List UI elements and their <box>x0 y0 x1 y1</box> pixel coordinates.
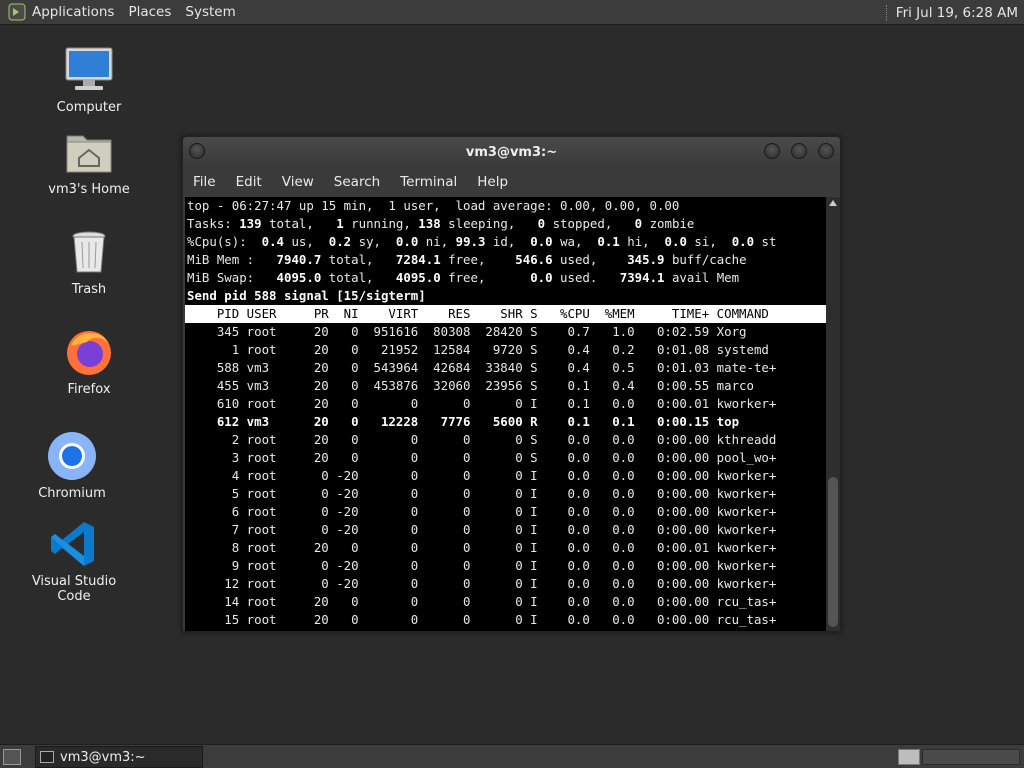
process-row[interactable]: 3 root 20 0 0 0 0 S 0.0 0.0 0:00.00 pool… <box>185 449 826 467</box>
top-cpu-line: %Cpu(s): 0.4 us, 0.2 sy, 0.0 ni, 99.3 id… <box>187 234 777 249</box>
terminal-icon <box>40 751 54 763</box>
top-mem-line: MiB Mem : 7940.7 total, 7284.1 free, 546… <box>187 252 747 267</box>
firefox-icon <box>67 331 111 375</box>
show-desktop-icon[interactable] <box>3 749 21 765</box>
process-table-header: PID USER PR NI VIRT RES SHR S %CPU %MEM … <box>185 305 826 323</box>
terminal-scrollbar[interactable] <box>826 197 840 631</box>
menu-help[interactable]: Help <box>477 174 508 190</box>
process-row[interactable]: 6 root 0 -20 0 0 0 I 0.0 0.0 0:00.00 kwo… <box>185 503 826 521</box>
menu-file[interactable]: File <box>193 174 216 190</box>
desktop-icon-label: vm3's Home <box>48 182 130 197</box>
window-titlebar[interactable]: vm3@vm3:~ <box>183 137 840 167</box>
process-row[interactable]: 14 root 20 0 0 0 0 I 0.0 0.0 0:00.00 rcu… <box>185 593 826 611</box>
trash-icon <box>72 231 106 273</box>
desktop-icon-label: Chromium <box>38 486 106 501</box>
process-row[interactable]: 1 root 20 0 21952 12584 9720 S 0.4 0.2 0… <box>185 341 826 359</box>
close-button[interactable] <box>818 143 834 159</box>
clock[interactable]: Fri Jul 19, 6:28 AM <box>896 5 1018 21</box>
top-swap-line: MiB Swap: 4095.0 total, 4095.0 free, 0.0… <box>187 270 740 285</box>
process-row[interactable]: 7 root 0 -20 0 0 0 I 0.0 0.0 0:00.00 kwo… <box>185 521 826 539</box>
top-uptime-line: top - 06:27:47 up 15 min, 1 user, load a… <box>187 198 680 213</box>
scroll-up-arrow-icon[interactable] <box>829 200 837 206</box>
desktop-icon-label: Firefox <box>67 382 111 397</box>
terminal-window[interactable]: vm3@vm3:~ File Edit View Search Terminal… <box>182 136 841 632</box>
taskbar-button-terminal[interactable]: vm3@vm3:~ <box>35 746 203 768</box>
vscode-icon <box>51 522 94 566</box>
terminal-menubar: File Edit View Search Terminal Help <box>183 167 840 197</box>
process-row[interactable]: 8 root 20 0 0 0 0 I 0.0 0.0 0:00.01 kwor… <box>185 539 826 557</box>
desktop-icon-label: Visual Studio Code <box>31 574 117 604</box>
process-row[interactable]: 455 vm3 20 0 453876 32060 23956 S 0.1 0.… <box>185 377 826 395</box>
process-table-body: 345 root 20 0 951616 80308 28420 S 0.7 1… <box>185 323 826 629</box>
bottom-panel: vm3@vm3:~ <box>0 744 1024 768</box>
workspace-1[interactable] <box>898 749 920 765</box>
window-title: vm3@vm3:~ <box>465 145 558 160</box>
process-row[interactable]: 612 vm3 20 0 12228 7776 5600 R 0.1 0.1 0… <box>185 413 826 431</box>
menu-edit[interactable]: Edit <box>236 174 262 190</box>
process-row[interactable]: 9 root 0 -20 0 0 0 I 0.0 0.0 0:00.00 kwo… <box>185 557 826 575</box>
desktop-icon-firefox[interactable]: Firefox <box>34 326 144 397</box>
process-row[interactable]: 588 vm3 20 0 543964 42684 33840 S 0.4 0.… <box>185 359 826 377</box>
desktop-icon-home[interactable]: vm3's Home <box>34 126 144 197</box>
panel-separator <box>885 4 890 21</box>
desktop-icon-label: Computer <box>56 100 122 115</box>
menu-applications[interactable]: Applications <box>32 4 114 20</box>
scrollbar-thumb[interactable] <box>828 477 838 627</box>
kill-signal-prompt[interactable]: Send pid 588 signal [15/sigterm] <box>185 287 826 305</box>
menu-view[interactable]: View <box>282 174 314 190</box>
menu-search[interactable]: Search <box>334 174 380 190</box>
computer-icon <box>65 47 113 90</box>
desktop-icon-trash[interactable]: Trash <box>34 226 144 297</box>
top-tasks-line: Tasks: 139 total, 1 running, 138 sleepin… <box>187 216 695 231</box>
process-row[interactable]: 4 root 0 -20 0 0 0 I 0.0 0.0 0:00.00 kwo… <box>185 467 826 485</box>
desktop-icon-computer[interactable]: Computer <box>34 44 144 115</box>
process-row[interactable]: 345 root 20 0 951616 80308 28420 S 0.7 1… <box>185 323 826 341</box>
terminal-content[interactable]: top - 06:27:47 up 15 min, 1 user, load a… <box>185 197 826 631</box>
process-row[interactable]: 5 root 0 -20 0 0 0 I 0.0 0.0 0:00.00 kwo… <box>185 485 826 503</box>
minimize-button[interactable] <box>764 143 780 159</box>
process-row[interactable]: 610 root 20 0 0 0 0 I 0.1 0.0 0:00.01 kw… <box>185 395 826 413</box>
menu-terminal[interactable]: Terminal <box>400 174 457 190</box>
top-panel: Applications Places System Fri Jul 19, 6… <box>0 0 1024 25</box>
workspace-switcher[interactable] <box>922 749 1020 765</box>
desktop-icon-chromium[interactable]: Chromium <box>17 430 127 501</box>
chromium-icon <box>48 432 96 480</box>
desktop-icon-label: Trash <box>71 282 107 297</box>
process-row[interactable]: 15 root 20 0 0 0 0 I 0.0 0.0 0:00.00 rcu… <box>185 611 826 629</box>
home-folder-icon <box>66 135 112 173</box>
mate-logo-icon[interactable] <box>8 3 26 21</box>
taskbar-button-label: vm3@vm3:~ <box>60 749 146 765</box>
menu-system[interactable]: System <box>185 4 235 20</box>
menu-places[interactable]: Places <box>128 4 171 20</box>
process-row[interactable]: 2 root 20 0 0 0 0 S 0.0 0.0 0:00.00 kthr… <box>185 431 826 449</box>
process-row[interactable]: 12 root 0 -20 0 0 0 I 0.0 0.0 0:00.00 kw… <box>185 575 826 593</box>
maximize-button[interactable] <box>791 143 807 159</box>
desktop-icon-vscode[interactable]: Visual Studio Code <box>19 518 129 604</box>
